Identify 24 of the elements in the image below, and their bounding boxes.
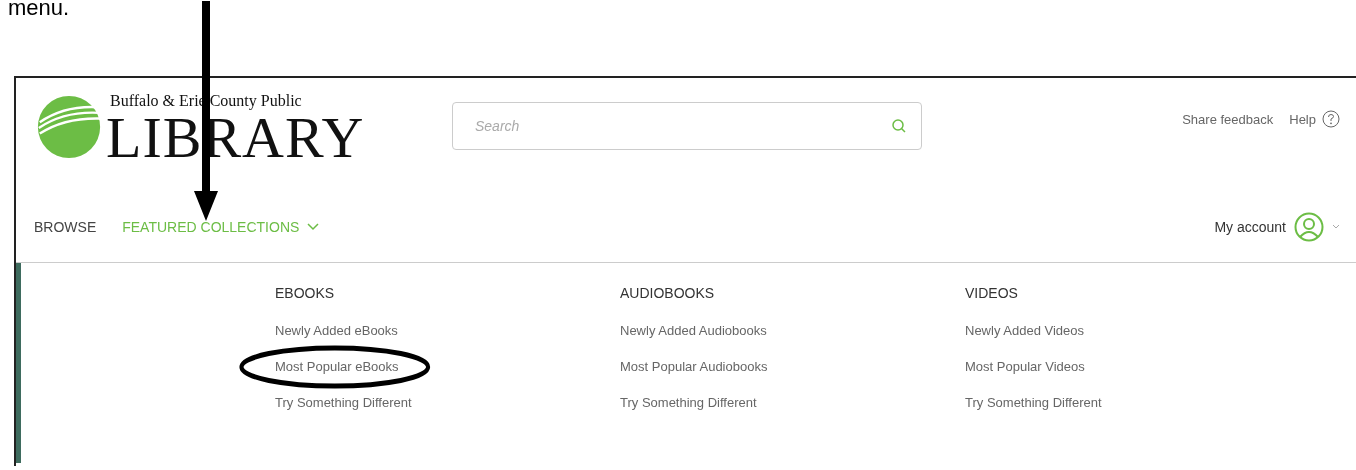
logo-icon: [36, 94, 102, 160]
menu-link[interactable]: Try Something Different: [275, 393, 412, 413]
menu-link[interactable]: Most Popular Audiobooks: [620, 357, 768, 377]
chevron-icon[interactable]: [307, 223, 320, 231]
menu-link[interactable]: Try Something Different: [620, 393, 757, 413]
menu-heading: EBOOKS: [275, 285, 336, 303]
menu-link[interactable]: Try Something Different: [965, 393, 1102, 413]
menu-link[interactable]: Newly Added Videos: [965, 321, 1084, 341]
help-icon[interactable]: [1322, 110, 1340, 128]
search-icon[interactable]: [891, 118, 907, 134]
account-link[interactable]: My account: [1214, 219, 1286, 235]
nav-tab[interactable]: BROWSE: [34, 219, 97, 235]
menu-link[interactable]: Most Popular Videos: [965, 357, 1085, 377]
menu-heading: AUDIOBOOKS: [620, 285, 716, 303]
feedback-link[interactable]: Share feedback: [1182, 111, 1274, 127]
help-link[interactable]: Help: [1289, 111, 1316, 127]
menu-link[interactable]: Newly Added eBooks: [275, 321, 398, 341]
caption-text: menu.: [8, 0, 71, 20]
menu-heading: VIDEOS: [965, 285, 1019, 303]
menu-link[interactable]: Newly Added Audiobooks: [620, 321, 767, 341]
avatar-icon[interactable]: [1294, 212, 1324, 242]
search-field[interactable]: Search: [452, 102, 922, 150]
search-input[interactable]: Search: [473, 117, 891, 135]
caret-icon[interactable]: [1332, 224, 1340, 230]
